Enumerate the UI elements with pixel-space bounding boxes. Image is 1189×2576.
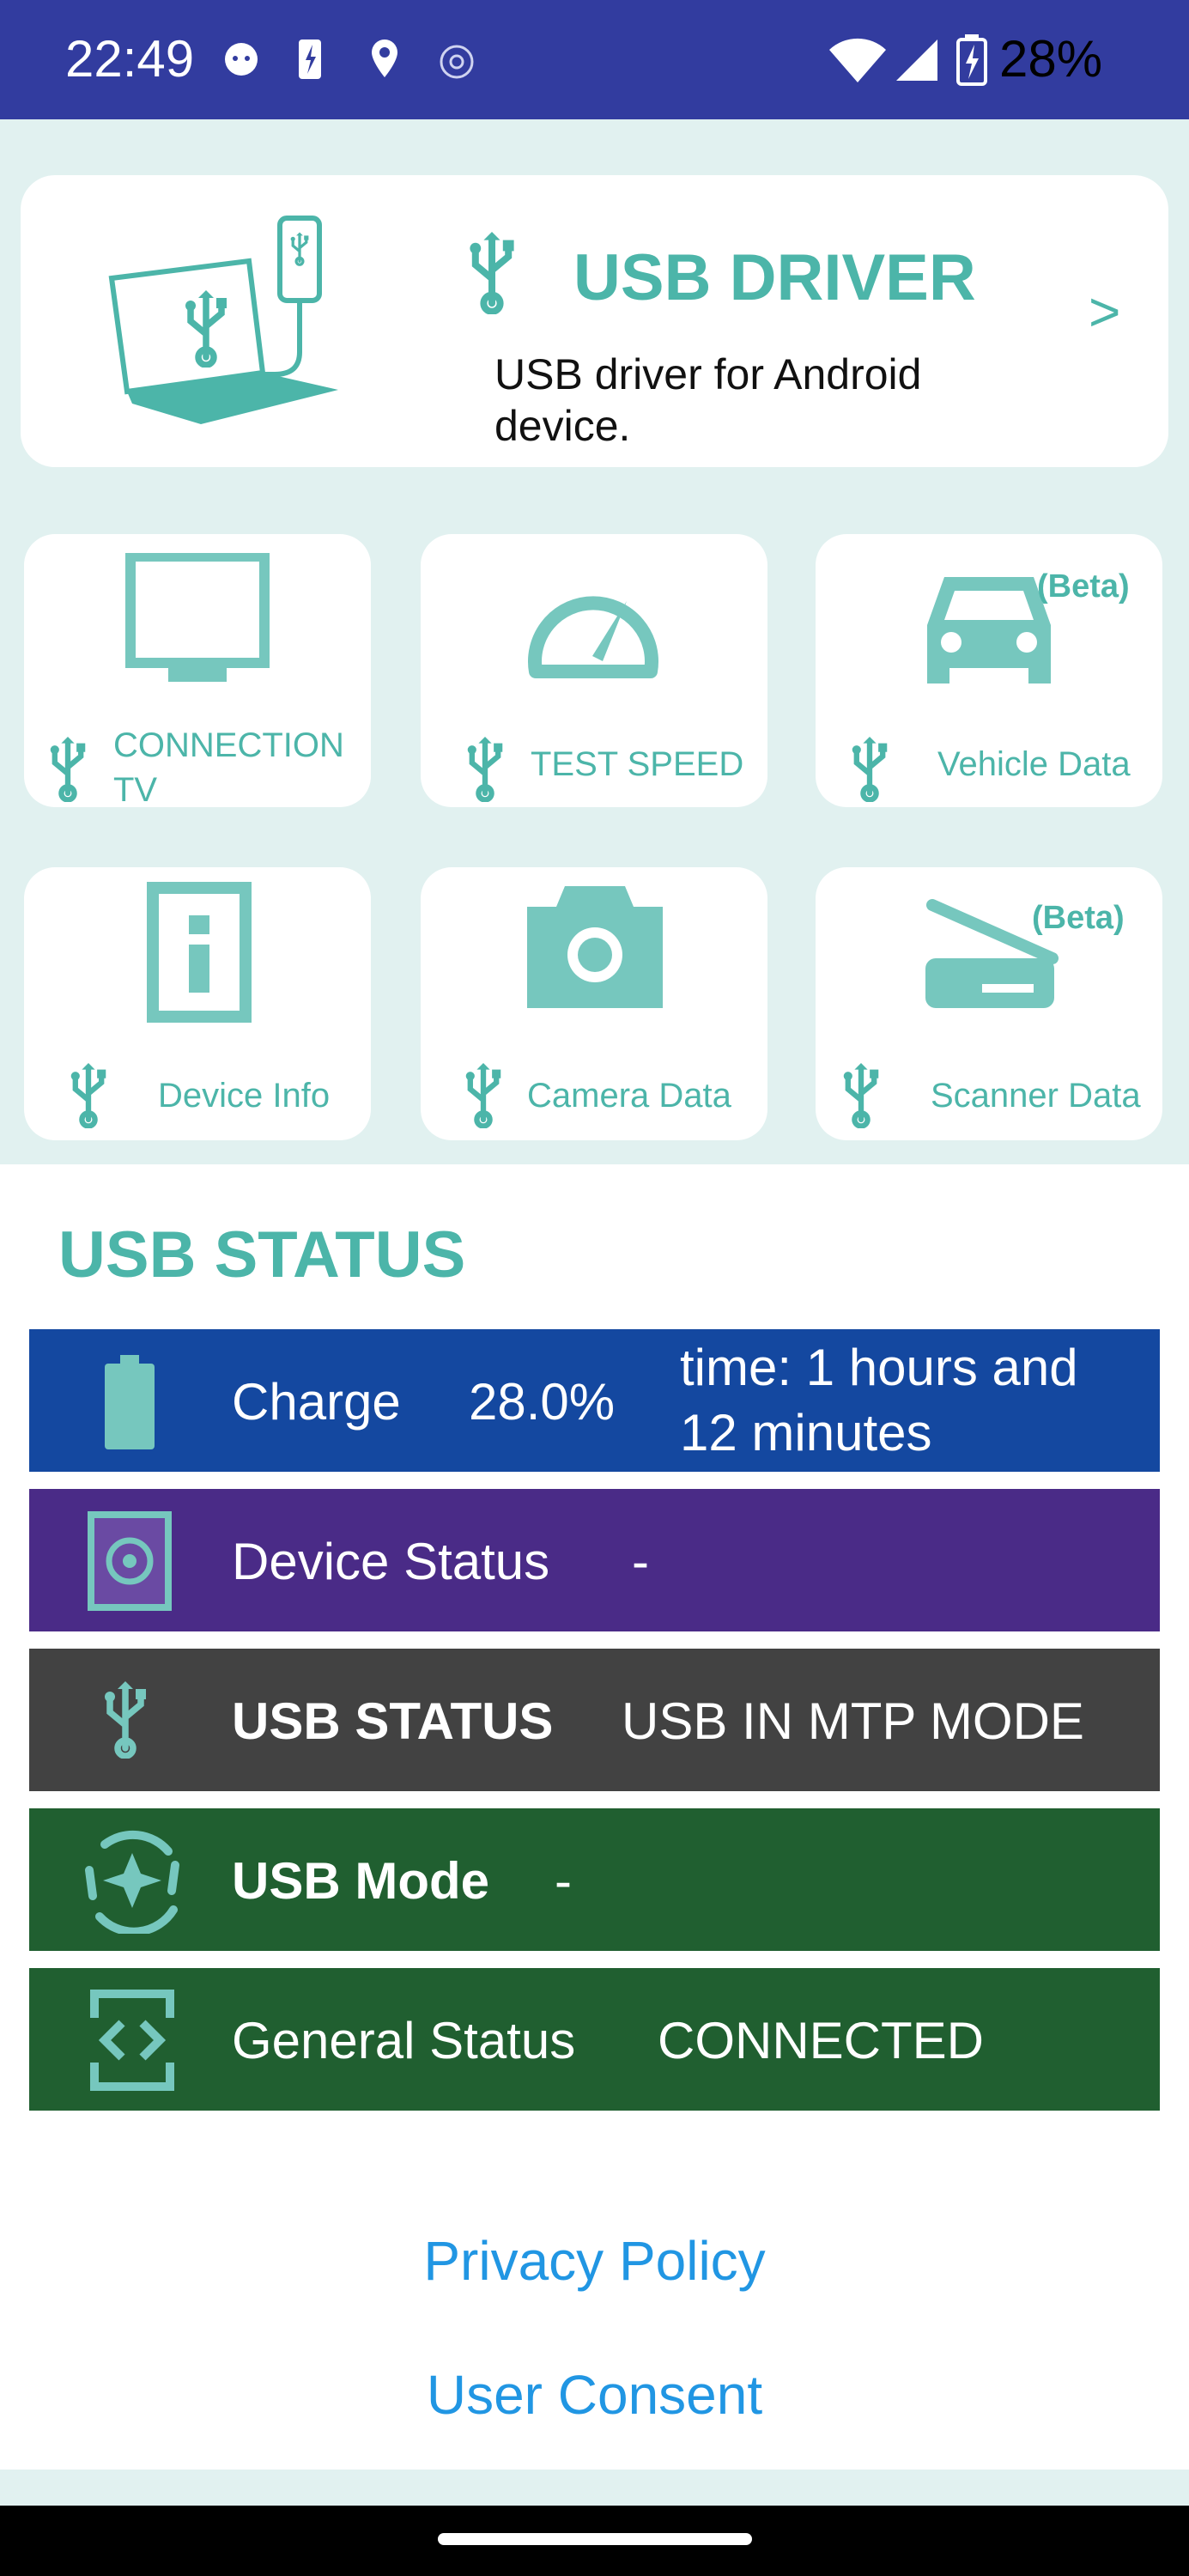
tile-label-scanner-data: Scanner Data (931, 1077, 1141, 1115)
tile-label-vehicle-data: Vehicle Data (937, 745, 1131, 783)
beta-badge: (Beta) (1032, 900, 1125, 936)
usb-status-label: USB STATUS (232, 1692, 554, 1750)
usb-driver-description: USB driver for Android device. (494, 350, 922, 450)
usb-icon (838, 1063, 884, 1128)
usb-icon (846, 737, 893, 802)
status-row-usb-status: USB STATUS USB IN MTP MODE (29, 1649, 1160, 1791)
tile-label-connection: CONNECTION (113, 726, 344, 764)
battery-icon (105, 1355, 155, 1449)
beta-badge: (Beta) (1037, 568, 1130, 605)
general-status-label: General Status (232, 2012, 576, 2069)
charge-label: Charge (232, 1373, 401, 1431)
home-gesture-handle[interactable] (438, 2533, 752, 2545)
cat-face-icon (225, 43, 258, 76)
usb-icon (45, 737, 91, 802)
charge-time-line2: 12 minutes (680, 1404, 932, 1461)
tile-label-tv: TV (113, 771, 158, 809)
tv-icon (125, 553, 270, 682)
usb-status-value: USB IN MTP MODE (622, 1692, 1084, 1750)
battery-percent: 28% (999, 30, 1103, 88)
location-icon (372, 39, 397, 77)
device-status-label: Device Status (232, 1533, 550, 1590)
tile-label-camera-data: Camera Data (527, 1077, 731, 1115)
tile-label-test-speed: TEST SPEED (531, 745, 744, 783)
usb-driver-title: USB DRIVER (573, 241, 976, 314)
status-row-usb-mode: USB Mode - (29, 1808, 1160, 1951)
device-status-icon (88, 1511, 172, 1611)
usb-mode-value: - (555, 1852, 572, 1910)
tile-label-device-info: Device Info (158, 1077, 331, 1115)
device-status-value: - (632, 1533, 649, 1590)
privacy-policy-link[interactable]: Privacy Policy (0, 2229, 1189, 2293)
usb-status-heading: USB STATUS (58, 1218, 466, 1291)
usb-icon (65, 1063, 112, 1128)
general-status-value: CONNECTED (658, 2012, 985, 2069)
usb-icon (462, 737, 508, 802)
usb-icon (100, 1681, 151, 1759)
speedometer-icon (528, 596, 658, 678)
battery-status-icon (956, 34, 987, 86)
at-sign-icon (440, 45, 474, 79)
usb-mode-icon (85, 1830, 179, 1934)
user-consent-link[interactable]: User Consent (0, 2363, 1189, 2427)
status-row-device-status: Device Status - (29, 1489, 1160, 1631)
laptop-phone-icon (108, 216, 338, 424)
general-status-icon (90, 1990, 174, 2091)
status-time: 22:49 (65, 30, 195, 88)
usb-icon (462, 232, 522, 314)
status-row-general-status: General Status CONNECTED (29, 1968, 1160, 2111)
usb-icon (460, 1063, 507, 1128)
usb-mode-label: USB Mode (232, 1852, 489, 1910)
chevron-right-icon[interactable]: > (1089, 280, 1120, 343)
charging-icon (299, 39, 321, 79)
camera-icon (527, 886, 663, 1008)
charge-time-line1: time: 1 hours and (680, 1339, 1078, 1396)
status-row-charge: Charge 28.0% time: 1 hours and 12 minute… (29, 1329, 1160, 1472)
charge-value: 28.0% (469, 1373, 616, 1431)
signal-icon (896, 39, 937, 81)
info-icon (147, 882, 252, 1023)
wifi-icon (829, 38, 886, 82)
